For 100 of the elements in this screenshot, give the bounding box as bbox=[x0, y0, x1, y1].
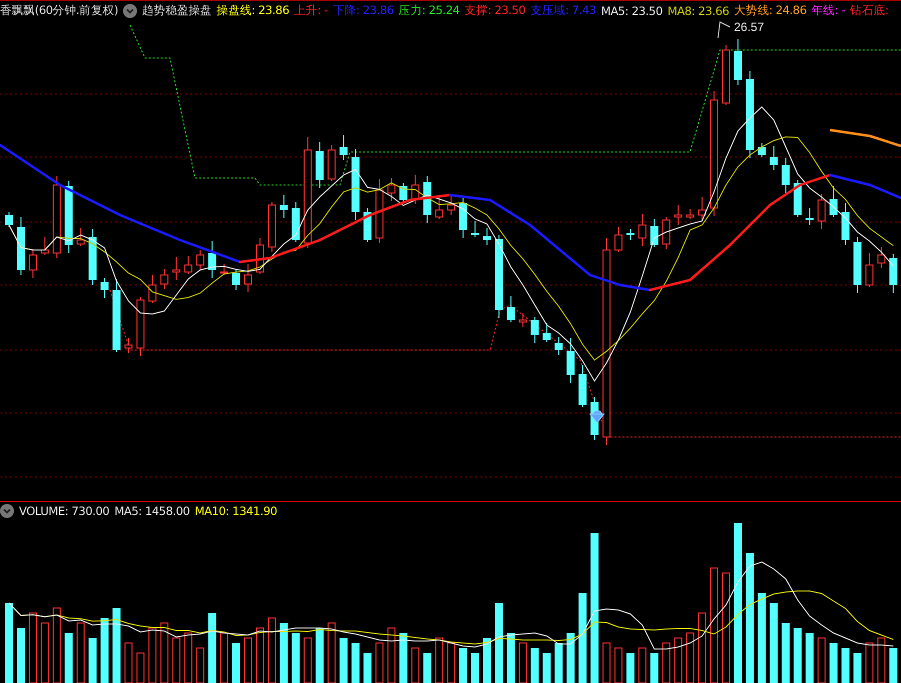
volume-bar bbox=[566, 633, 575, 683]
volume-bar bbox=[483, 638, 491, 683]
candlestick bbox=[530, 316, 539, 344]
candlestick bbox=[435, 196, 444, 220]
volume-bar bbox=[806, 633, 814, 683]
volume-bar bbox=[88, 638, 97, 683]
volume-bar bbox=[340, 638, 348, 683]
indicator-readout: 支压域: 7.43 bbox=[530, 3, 596, 18]
candlestick bbox=[40, 236, 49, 256]
volume-bar bbox=[352, 643, 360, 683]
indicator-readout: 上升: - bbox=[294, 3, 328, 18]
volume-bar bbox=[64, 633, 73, 683]
volume-bar bbox=[232, 643, 240, 683]
volume-readout: MA10: 1341.90 bbox=[194, 504, 278, 518]
volume-bar bbox=[292, 633, 300, 683]
candlestick bbox=[280, 194, 288, 218]
candlestick bbox=[877, 246, 886, 268]
candlestick bbox=[686, 208, 694, 220]
indicator-readout: 大势线: 24.86 bbox=[734, 3, 807, 18]
indicator-readout: 下降: 23.86 bbox=[332, 3, 394, 18]
candlestick bbox=[459, 198, 468, 238]
volume-bar bbox=[208, 613, 216, 683]
candlestick bbox=[76, 228, 85, 246]
candlestick bbox=[232, 268, 240, 290]
candlestick bbox=[483, 228, 491, 246]
candlestick bbox=[5, 212, 13, 228]
volume-bar bbox=[542, 653, 551, 683]
candlestick bbox=[352, 148, 360, 220]
candlestick bbox=[196, 250, 204, 270]
candlestick bbox=[770, 146, 778, 170]
candlestick bbox=[148, 274, 156, 304]
volume-bar bbox=[280, 623, 288, 683]
volume-bar bbox=[423, 653, 432, 683]
volume-bar bbox=[626, 653, 634, 683]
candlestick bbox=[554, 336, 563, 356]
candlestick bbox=[794, 180, 802, 218]
candlestick bbox=[734, 38, 742, 86]
candlestick bbox=[447, 196, 456, 216]
candlestick bbox=[124, 338, 132, 354]
candlestick bbox=[566, 338, 575, 384]
chevron-down-icon[interactable] bbox=[0, 504, 14, 518]
stock-title: 香飘飘(60分钟.前复权) bbox=[0, 3, 118, 18]
indicator-readout: 年线: - bbox=[812, 3, 846, 18]
candlestick bbox=[16, 216, 25, 276]
candlestick bbox=[184, 256, 192, 274]
diamond-icon bbox=[590, 410, 605, 424]
volume-bar bbox=[316, 628, 324, 683]
candlestick bbox=[292, 202, 300, 242]
candlestick bbox=[698, 196, 706, 220]
indicator-readout: MA5: 23.50 bbox=[600, 4, 662, 18]
candlestick bbox=[853, 236, 862, 294]
candlestick bbox=[375, 178, 384, 244]
candlestick bbox=[399, 182, 408, 202]
candlestick bbox=[220, 264, 228, 276]
candlestick bbox=[387, 178, 396, 202]
candlestick bbox=[316, 142, 324, 188]
volume-bar bbox=[506, 633, 515, 683]
indicator-readout: MA8: 23.66 bbox=[668, 4, 730, 18]
candlestick bbox=[340, 134, 348, 160]
chevron-down-icon[interactable] bbox=[123, 4, 138, 18]
volume-bar bbox=[650, 653, 658, 683]
candlestick bbox=[208, 240, 216, 278]
candlestick bbox=[889, 254, 898, 294]
volume-bar bbox=[100, 618, 109, 683]
candlestick bbox=[842, 202, 850, 246]
candlestick bbox=[722, 44, 730, 106]
candlestick bbox=[88, 228, 97, 286]
candlestick bbox=[160, 268, 168, 290]
volume-bar bbox=[889, 648, 898, 683]
candlestick bbox=[471, 220, 480, 238]
indicator-readout: 压力: 25.24 bbox=[398, 3, 460, 18]
candlestick bbox=[100, 278, 109, 298]
candlestick bbox=[638, 214, 646, 246]
volume-bar bbox=[399, 633, 408, 683]
peak-price-label: 26.57 bbox=[734, 20, 764, 34]
candlestick bbox=[244, 264, 252, 292]
candlestick bbox=[674, 204, 682, 226]
candlestick bbox=[650, 218, 658, 248]
indicator-name: 趋势稳盈操盘 bbox=[142, 3, 212, 18]
candlestick bbox=[423, 176, 432, 224]
volume-bar bbox=[459, 648, 468, 683]
candlestick bbox=[662, 216, 670, 250]
candlestick bbox=[172, 256, 180, 280]
candlestick bbox=[28, 248, 37, 278]
candlestick bbox=[830, 186, 838, 218]
indicator-readout: 支撑: 23.50 bbox=[464, 3, 526, 18]
candlestick bbox=[818, 194, 826, 230]
volume-bar bbox=[554, 643, 563, 683]
volume-bar bbox=[853, 653, 862, 683]
long-term-line bbox=[830, 128, 901, 148]
volume-bar bbox=[842, 648, 850, 683]
candlestick bbox=[614, 226, 622, 252]
volume-bar bbox=[782, 623, 790, 683]
candlestick bbox=[578, 364, 587, 408]
volume-bar bbox=[530, 648, 539, 683]
indicator-readout: 钻石底: bbox=[850, 3, 888, 18]
volume-bar bbox=[794, 628, 802, 683]
candlestick bbox=[268, 202, 276, 252]
volume-readout: MA5: 1458.00 bbox=[114, 504, 190, 518]
candlestick bbox=[782, 158, 790, 194]
